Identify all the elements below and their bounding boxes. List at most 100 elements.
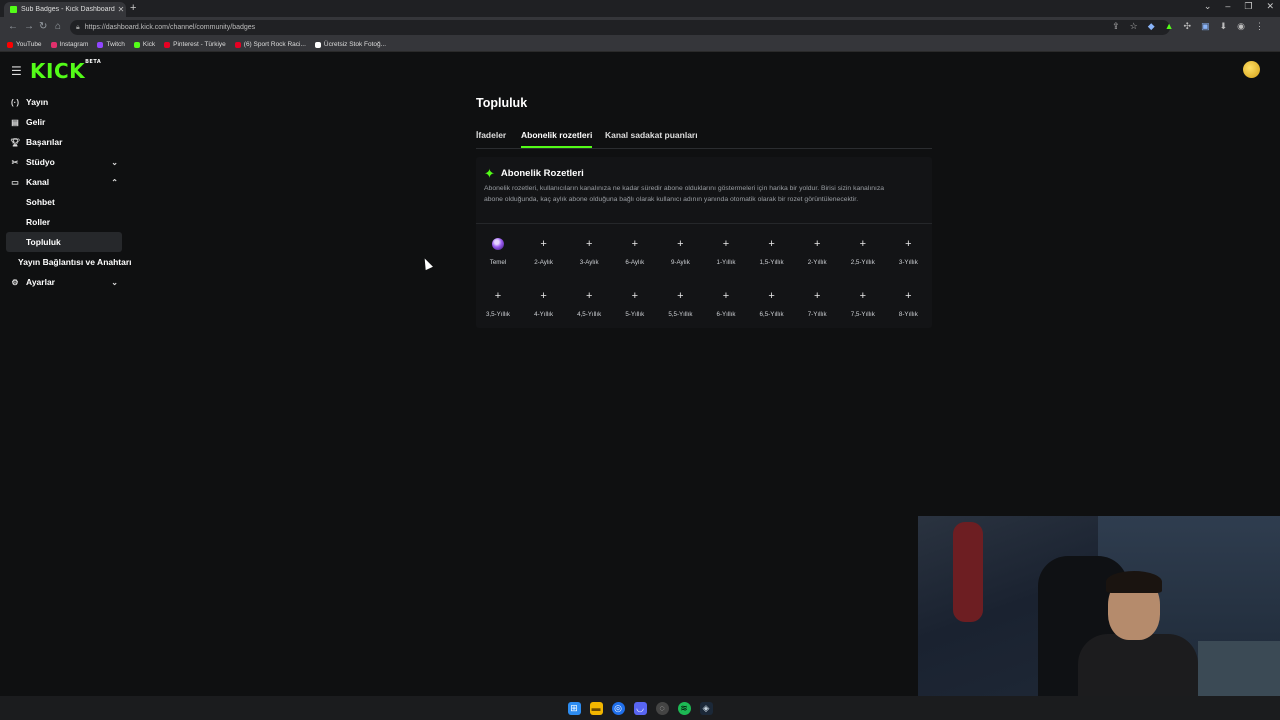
bookmark-item[interactable]: (6) Sport Rock Raci... <box>234 41 306 48</box>
hamburger-menu-icon[interactable]: ☰ <box>11 64 22 78</box>
back-icon[interactable]: ← <box>8 21 18 32</box>
home-icon[interactable]: ⌂ <box>55 21 61 32</box>
add-badge-button[interactable]: + <box>488 286 508 306</box>
badge-slot[interactable]: +7-Yıllık <box>797 286 837 318</box>
sidebar-item-yayin[interactable]: (·) Yayın <box>6 92 122 112</box>
badge-slot[interactable]: +5-Yıllık <box>615 286 655 318</box>
sidebar-item-kanal[interactable]: ▭ Kanal ⌃ <box>6 172 122 192</box>
sidebar-item-topluluk[interactable]: Topluluk <box>6 232 122 252</box>
close-window-icon[interactable]: ✕ <box>1266 1 1274 12</box>
avatar[interactable] <box>1243 61 1260 78</box>
badge-label: 6,5-Yıllık <box>759 311 784 318</box>
badge-slot[interactable]: +9-Aylık <box>660 234 700 266</box>
sidebar-item-sohbet[interactable]: Sohbet <box>6 192 122 212</box>
badge-slot[interactable]: +6,5-Yıllık <box>752 286 792 318</box>
bookmark-item[interactable]: YouTube <box>7 41 42 48</box>
badge-slot[interactable]: Temel <box>478 234 518 266</box>
plus-icon: + <box>722 290 730 302</box>
badge-slot[interactable]: +4,5-Yıllık <box>569 286 609 318</box>
browser-tab[interactable]: Sub Badges - Kick Dashboard ✕ <box>4 2 126 17</box>
badge-slot[interactable]: +1-Yıllık <box>706 234 746 266</box>
sidebar-item-roller[interactable]: Roller <box>6 212 122 232</box>
chevron-down-icon[interactable]: ⌄ <box>111 278 118 287</box>
file-explorer-icon[interactable]: ▬ <box>589 701 603 715</box>
restore-icon[interactable]: ❐ <box>1244 1 1252 12</box>
reload-icon[interactable]: ↻ <box>39 21 47 32</box>
add-badge-button[interactable]: + <box>534 234 554 254</box>
minimize-icon[interactable]: – <box>1225 1 1230 12</box>
bookmark-item[interactable]: Twitch <box>97 41 125 48</box>
add-badge-button[interactable]: + <box>807 286 827 306</box>
chevron-up-icon[interactable]: ⌃ <box>111 178 118 187</box>
new-tab-button[interactable]: + <box>130 2 136 14</box>
badge-slot[interactable]: +6-Yıllık <box>706 286 746 318</box>
add-badge-button[interactable]: + <box>670 286 690 306</box>
chevron-down-icon[interactable]: ⌄ <box>1204 1 1212 12</box>
add-badge-button[interactable]: + <box>670 234 690 254</box>
extension-icon[interactable]: ▲ <box>1165 21 1174 32</box>
menu-dots-icon[interactable]: ⋮ <box>1255 21 1264 32</box>
badge-slot[interactable]: +8-Yıllık <box>888 286 928 318</box>
badge-slot[interactable]: +5,5-Yıllık <box>660 286 700 318</box>
add-badge-button[interactable]: + <box>807 234 827 254</box>
badge-image[interactable] <box>488 234 508 254</box>
badge-slot[interactable]: +7,5-Yıllık <box>843 286 883 318</box>
profile-icon[interactable]: ◉ <box>1237 21 1245 32</box>
add-badge-button[interactable]: + <box>898 286 918 306</box>
badge-label: 9-Aylık <box>670 259 690 266</box>
add-badge-button[interactable]: + <box>898 234 918 254</box>
steam-icon[interactable]: ◈ <box>699 701 713 715</box>
sidebar-item-ayarlar[interactable]: ⚙ Ayarlar ⌄ <box>6 272 122 292</box>
add-badge-button[interactable]: + <box>762 234 782 254</box>
bookmark-item[interactable]: Ücretsiz Stok Fotoğ... <box>314 41 386 48</box>
add-badge-button[interactable]: + <box>579 286 599 306</box>
badge-slot[interactable]: +1,5-Yıllık <box>752 234 792 266</box>
badge-slot[interactable]: +3-Yıllık <box>888 234 928 266</box>
spotify-icon[interactable]: ≋ <box>677 701 691 715</box>
add-badge-button[interactable]: + <box>625 234 645 254</box>
tab-abonelik-rozetleri[interactable]: Abonelik rozetleri <box>521 130 593 148</box>
kick-logo[interactable]: KICKBETA <box>30 59 101 83</box>
badge-slot[interactable]: +2-Yıllık <box>797 234 837 266</box>
badge-slot[interactable]: +6-Aylık <box>615 234 655 266</box>
add-badge-button[interactable]: + <box>853 234 873 254</box>
bookmark-item[interactable]: Kick <box>133 41 155 48</box>
add-badge-button[interactable]: + <box>625 286 645 306</box>
discord-icon[interactable]: ◡ <box>633 701 647 715</box>
badge-slot[interactable]: +2,5-Yıllık <box>843 234 883 266</box>
card-header: ✦ Abonelik Rozetleri <box>484 167 584 180</box>
address-bar[interactable]: 🔒︎ https://dashboard.kick.com/channel/co… <box>70 20 1170 35</box>
chrome-icon[interactable]: ◎ <box>611 701 625 715</box>
sidebar-item-yayin-baglantisi[interactable]: Yayın Bağlantısı ve Anahtarı <box>6 252 132 272</box>
download-icon[interactable]: ⬇ <box>1220 21 1228 32</box>
add-badge-button[interactable]: + <box>853 286 873 306</box>
tab-ifadeler[interactable]: İfadeler <box>476 130 506 146</box>
sidebar-item-studyo[interactable]: ✂ Stüdyo ⌄ <box>6 152 122 172</box>
close-icon[interactable]: ✕ <box>116 5 126 14</box>
forward-icon[interactable]: → <box>24 21 34 32</box>
add-badge-button[interactable]: + <box>579 234 599 254</box>
add-badge-button[interactable]: + <box>762 286 782 306</box>
share-icon[interactable]: ⇪ <box>1112 21 1120 32</box>
sidebar-item-gelir[interactable]: ▤ Gelir <box>6 112 122 132</box>
badge-slot[interactable]: +3-Aylık <box>569 234 609 266</box>
badge-slot[interactable]: +2-Aylık <box>524 234 564 266</box>
obs-icon[interactable]: ◌ <box>655 701 669 715</box>
bookmark-star-icon[interactable]: ☆ <box>1130 21 1138 32</box>
extension-icon[interactable]: ◆ <box>1148 21 1155 32</box>
bookmark-item[interactable]: Instagram <box>50 41 88 48</box>
chevron-down-icon[interactable]: ⌄ <box>111 158 118 167</box>
badge-label: 6-Yıllık <box>716 311 736 318</box>
badge-slot[interactable]: +4-Yıllık <box>524 286 564 318</box>
sidebar-item-basarilar[interactable]: 🏆︎ Başarılar <box>6 132 122 152</box>
sidebar-icon[interactable]: ▣ <box>1201 21 1210 32</box>
puzzle-icon[interactable]: ✣ <box>1184 21 1192 32</box>
url-text: https://dashboard.kick.com/channel/commu… <box>84 24 256 31</box>
add-badge-button[interactable]: + <box>534 286 554 306</box>
tab-kanal-sadakat-puanlari[interactable]: Kanal sadakat puanları <box>605 130 698 146</box>
windows-start-icon[interactable]: ⊞ <box>567 701 581 715</box>
bookmark-item[interactable]: Pinterest - Türkiye <box>164 41 226 48</box>
add-badge-button[interactable]: + <box>716 234 736 254</box>
add-badge-button[interactable]: + <box>716 286 736 306</box>
badge-slot[interactable]: +3,5-Yıllık <box>478 286 518 318</box>
